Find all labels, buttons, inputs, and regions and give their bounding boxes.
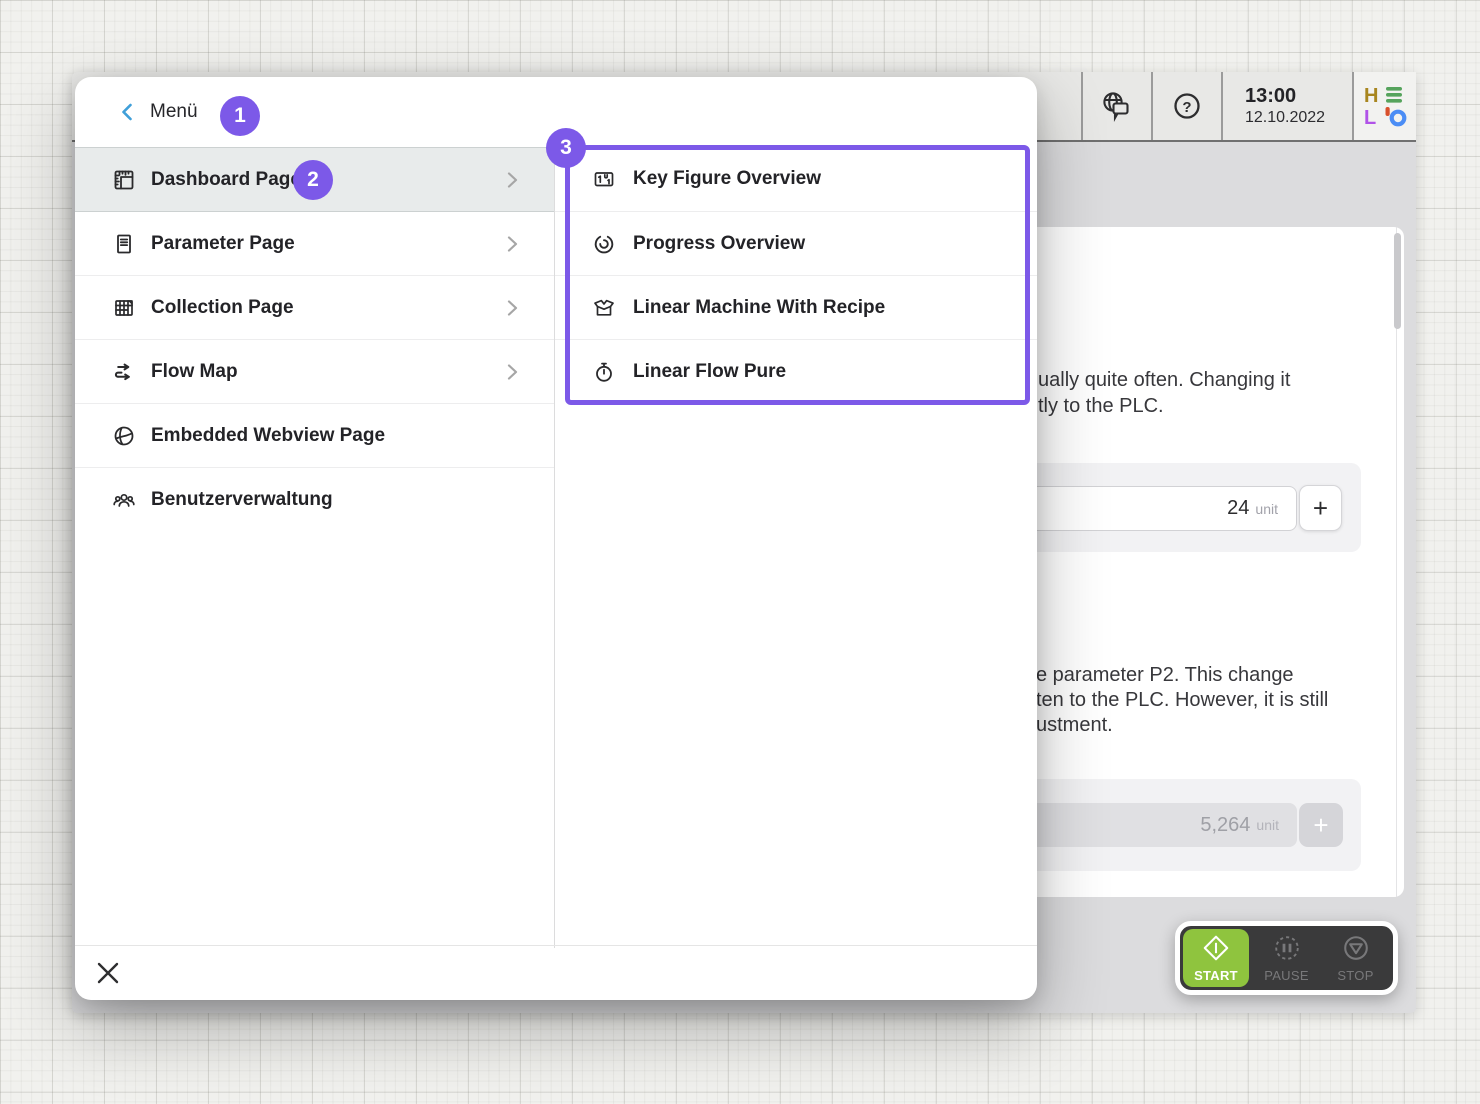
- flow-arrows-icon: [112, 360, 136, 384]
- menu-footer: [75, 945, 1037, 1000]
- increment-button-disabled: +: [1299, 803, 1343, 847]
- document-icon: [112, 232, 136, 256]
- chevron-right-icon: [507, 236, 518, 252]
- parameter-input-group-disabled: 5,264 unit +: [1000, 779, 1361, 871]
- menu-title: Menü: [150, 77, 198, 147]
- parameter-description-line: ually quite often. Changing it: [1038, 368, 1290, 393]
- annotation-badge-2: 2: [293, 160, 333, 200]
- parameter-unit: unit: [1256, 817, 1279, 833]
- menu-item-embedded-webview[interactable]: Embedded Webview Page: [75, 403, 554, 467]
- parameter-value: 24: [1227, 497, 1249, 520]
- menu-item-collection-page[interactable]: Collection Page: [75, 275, 554, 339]
- parameter-value: 5,264: [1200, 814, 1250, 837]
- help-icon: ?: [1170, 89, 1204, 123]
- parameter-unit: unit: [1255, 501, 1278, 517]
- submenu-item-label: Key Figure Overview: [633, 147, 821, 211]
- submenu-item-key-figure-overview[interactable]: Key Figure Overview: [555, 147, 1037, 211]
- menu-item-label: Dashboard Page: [151, 148, 301, 212]
- submenu-item-progress-overview[interactable]: Progress Overview: [555, 211, 1037, 275]
- pause-icon: [1272, 933, 1302, 963]
- start-label: START: [1194, 968, 1238, 983]
- close-button[interactable]: [94, 959, 122, 987]
- parameter-value-field-disabled: 5,264 unit: [1016, 803, 1297, 847]
- globe-chat-icon: [1099, 89, 1135, 123]
- language-button[interactable]: [1081, 72, 1151, 140]
- submenu-item-linear-flow-pure[interactable]: Linear Flow Pure: [555, 339, 1037, 403]
- menu-overlay: Menü Dashboard Page: [75, 77, 1037, 1000]
- start-button[interactable]: START: [1183, 929, 1249, 987]
- start-diamond-icon: [1201, 933, 1231, 963]
- submenu-item-label: Progress Overview: [633, 212, 805, 276]
- parameter-description-line: e parameter P2. This change: [1036, 663, 1294, 688]
- pause-button[interactable]: PAUSE: [1252, 929, 1321, 987]
- menu-item-label: Embedded Webview Page: [151, 404, 385, 468]
- help-button[interactable]: ?: [1151, 72, 1221, 140]
- stop-button[interactable]: STOP: [1321, 929, 1390, 987]
- submenu-item-label: Linear Machine With Recipe: [633, 276, 885, 340]
- parameter-description-line: ten to the PLC. However, it is still: [1036, 688, 1328, 713]
- chevron-right-icon: [507, 364, 518, 380]
- submenu-item-linear-machine-with-recipe[interactable]: Linear Machine With Recipe: [555, 275, 1037, 339]
- progress-icon: [592, 232, 616, 256]
- menu-item-benutzerverwaltung[interactable]: Benutzerverwaltung: [75, 467, 554, 531]
- pause-label: PAUSE: [1264, 968, 1309, 983]
- parameter-description-line: tly to the PLC.: [1038, 394, 1164, 419]
- svg-text:?: ?: [1182, 99, 1191, 116]
- submenu-item-label: Linear Flow Pure: [633, 340, 786, 404]
- clock-display: 13:00 12.10.2022: [1221, 72, 1352, 140]
- date-value: 12.10.2022: [1245, 108, 1325, 128]
- chevron-left-icon: [121, 103, 133, 121]
- helio-logo: H L: [1352, 72, 1416, 140]
- parameter-description-line: ustment.: [1036, 713, 1113, 738]
- svg-text:H: H: [1364, 85, 1378, 107]
- menu-item-label: Collection Page: [151, 276, 294, 340]
- parameter-input-group: 24 unit +: [1000, 463, 1361, 552]
- chevron-right-icon: [507, 172, 518, 188]
- stopwatch-icon: [592, 360, 616, 384]
- scrollbar-thumb[interactable]: [1394, 233, 1401, 329]
- menu-item-label: Parameter Page: [151, 212, 295, 276]
- stop-label: STOP: [1337, 968, 1373, 983]
- annotation-badge-3: 3: [546, 128, 586, 168]
- stop-icon: [1341, 933, 1371, 963]
- menu-item-parameter-page[interactable]: Parameter Page: [75, 211, 554, 275]
- menu-item-label: Benutzerverwaltung: [151, 468, 333, 532]
- dashboard-icon: [112, 168, 136, 192]
- key-figure-icon: [592, 167, 616, 191]
- svg-text:L: L: [1364, 107, 1376, 127]
- time-value: 13:00: [1245, 84, 1296, 108]
- parameter-value-field[interactable]: 24 unit: [1016, 486, 1297, 531]
- open-box-icon: [592, 296, 616, 320]
- menu-item-label: Flow Map: [151, 340, 238, 404]
- back-button[interactable]: [113, 98, 141, 126]
- globe-icon: [112, 424, 136, 448]
- chevron-right-icon: [507, 300, 518, 316]
- annotation-badge-1: 1: [220, 96, 260, 136]
- table-icon: [112, 296, 136, 320]
- screen: ? 13:00 12.10.2022 H L: [0, 0, 1480, 1104]
- close-icon: [96, 961, 120, 985]
- machine-control-bar: START PAUSE STOP: [1175, 921, 1398, 995]
- menu-item-flow-map[interactable]: Flow Map: [75, 339, 554, 403]
- increment-button[interactable]: +: [1299, 485, 1342, 531]
- users-icon: [112, 488, 136, 512]
